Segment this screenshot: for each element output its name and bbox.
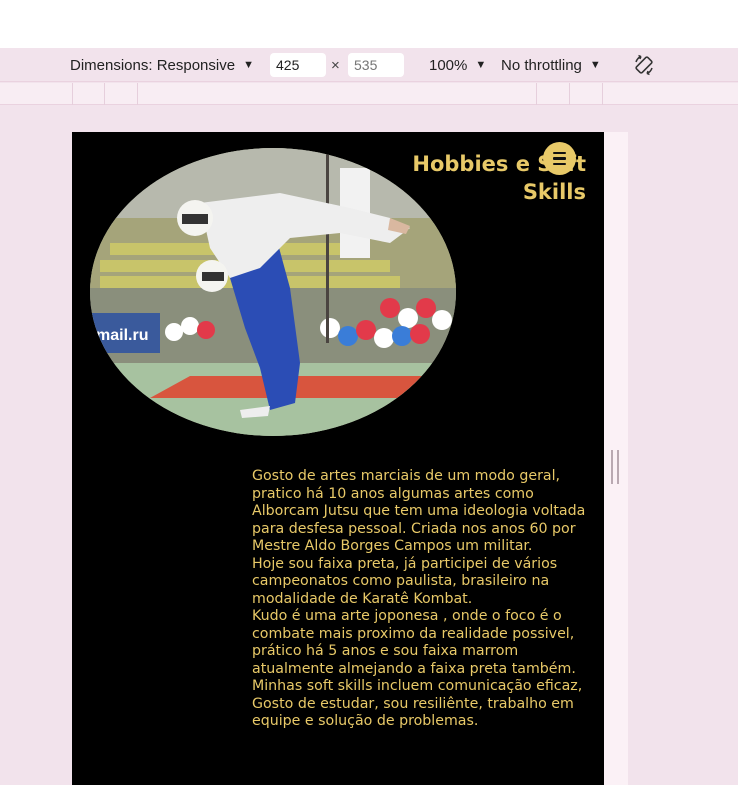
photo-banner-text: mail.ru	[96, 327, 148, 344]
times-sign: ×	[331, 56, 340, 74]
media-query-ruler[interactable]	[0, 83, 738, 105]
zoom-dropdown[interactable]: 100% ▼	[429, 48, 486, 82]
throttling-label: No throttling	[501, 56, 582, 74]
bio-paragraph: Minhas soft skills incluem comunicação e…	[252, 678, 583, 729]
rotate-icon[interactable]	[632, 53, 656, 77]
dimensions-dropdown[interactable]: Dimensions: Responsive ▼	[70, 48, 254, 82]
chevron-down-icon: ▼	[243, 59, 254, 71]
ruler-divider	[104, 83, 105, 105]
throttling-dropdown[interactable]: No throttling ▼	[501, 48, 601, 82]
bio-paragraph: Kudo é uma arte joponesa , onde o foco é…	[252, 608, 576, 677]
resize-handle[interactable]	[611, 450, 619, 484]
device-toolbar: Dimensions: Responsive ▼ × 100% ▼ No thr…	[0, 48, 738, 82]
browser-top-area	[0, 0, 738, 48]
hamburger-menu-icon[interactable]	[543, 142, 576, 175]
ruler-divider	[569, 83, 570, 105]
bio-paragraph: Gosto de artes marciais de um modo geral…	[252, 468, 586, 554]
ruler-divider	[536, 83, 537, 105]
width-input[interactable]	[270, 53, 326, 77]
chevron-down-icon: ▼	[475, 59, 487, 71]
chevron-down-icon: ▼	[589, 59, 601, 71]
ruler-divider	[602, 83, 603, 105]
bio-text: Gosto de artes marciais de um modo geral…	[252, 468, 592, 731]
dimensions-label: Dimensions: Responsive	[70, 56, 236, 74]
page-viewport: mail.ru Hobbies e Soft Skills Gosto de a…	[72, 132, 604, 785]
height-input[interactable]	[348, 53, 404, 77]
ruler-divider	[137, 83, 138, 105]
zoom-label: 100%	[429, 56, 468, 74]
ruler-divider	[72, 83, 73, 105]
bio-paragraph: Hoje sou faixa preta, já participei de v…	[252, 555, 558, 607]
